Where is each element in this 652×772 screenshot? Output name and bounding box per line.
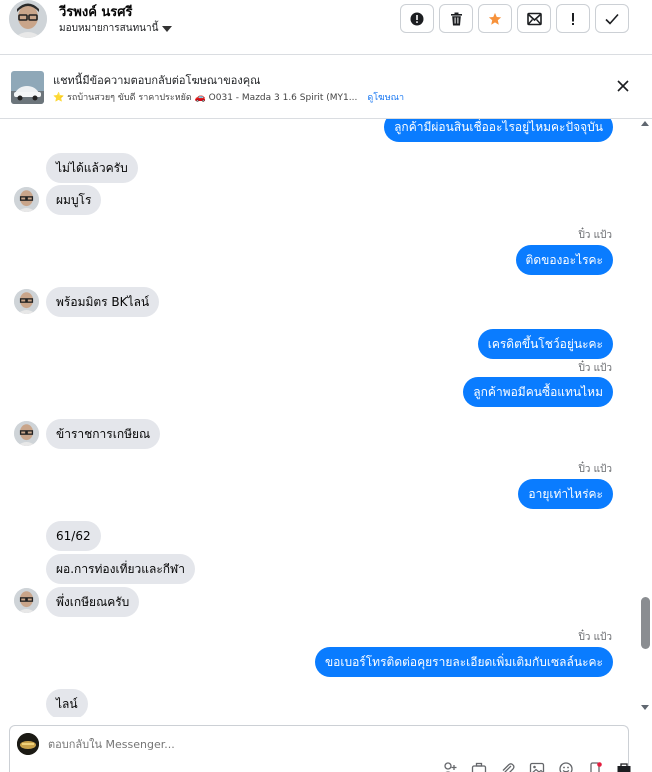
- message-bubble[interactable]: พึ่งเกษียณครับ: [46, 587, 140, 617]
- message-bubble[interactable]: ติดของอะไรคะ: [515, 245, 613, 275]
- message-thread: ลูกค้ามีผ่อนสินเชื่ออะไรอยู่ไหมคะปัจจุบั…: [0, 119, 636, 717]
- alert-button[interactable]: [400, 4, 434, 33]
- assign-label: มอบหมายการสนทนานี้: [59, 23, 159, 34]
- view-ad-link[interactable]: ดูโฆษณา: [367, 90, 404, 104]
- spam-button[interactable]: [556, 4, 590, 33]
- star-icon: [488, 12, 502, 25]
- ad-banner-subtitle: ⭐ รถบ้านสวยๆ ขับดี ราคาประหยัด 🚗 O031 - …: [53, 90, 404, 104]
- delete-button[interactable]: [439, 4, 473, 33]
- mark-unread-icon: [526, 12, 542, 25]
- page-avatar: [17, 733, 39, 755]
- alert-icon: [410, 12, 424, 25]
- message-bubble[interactable]: ข้าราชการเกษียณ: [46, 419, 161, 449]
- sender-name: ปิ๋ว แป้ว: [578, 464, 612, 475]
- emoji-icon[interactable]: [558, 762, 574, 772]
- message-scrollbar[interactable]: [639, 119, 651, 717]
- star-button[interactable]: [478, 4, 512, 33]
- more-icon[interactable]: [616, 762, 632, 772]
- sender-name: ปิ๋ว แป้ว: [578, 632, 612, 643]
- ad-thumbnail[interactable]: [11, 71, 44, 104]
- contact-avatar[interactable]: [9, 0, 47, 38]
- ad-name: ⭐ รถบ้านสวยๆ ขับดี ราคาประหยัด 🚗 O031 - …: [53, 93, 358, 103]
- add-contact-icon[interactable]: [442, 762, 458, 772]
- chevron-down-icon: [162, 25, 173, 32]
- message-bubble[interactable]: อายุเท่าไหร่คะ: [518, 479, 613, 509]
- conversation-header: วีรพงค์ นรศรี มอบหมายการสนทนานี้: [0, 0, 652, 55]
- reply-toolbar: [442, 762, 632, 772]
- check-icon: [605, 13, 619, 25]
- message-bubble[interactable]: ไลน์: [46, 689, 88, 717]
- assign-conversation-dropdown[interactable]: มอบหมายการสนทนานี้: [59, 21, 173, 36]
- message-bubble[interactable]: เครดิตขึ้นโชว์อยู่นะคะ: [477, 329, 613, 359]
- scroll-down-icon[interactable]: [641, 705, 649, 710]
- sender-name: ปิ๋ว แป้ว: [578, 363, 612, 374]
- mobile-icon[interactable]: [587, 762, 603, 772]
- message-bubble[interactable]: ลูกค้าพอมีคนซื้อแทนไหม: [463, 377, 613, 407]
- contact-avatar-small: [14, 187, 39, 212]
- contact-avatar-small: [14, 421, 39, 446]
- reply-input[interactable]: [48, 738, 428, 751]
- scrollbar-thumb[interactable]: [641, 597, 650, 649]
- mark-unread-button[interactable]: [517, 4, 551, 33]
- image-icon[interactable]: [529, 762, 545, 772]
- message-bubble[interactable]: ขอเบอร์โทรติดต่อคุยรายละเอียดเพิ่มเติมกั…: [314, 647, 613, 677]
- sender-name: ปิ๋ว แป้ว: [578, 230, 612, 241]
- message-bubble[interactable]: 61/62: [46, 521, 101, 551]
- ad-banner-title: แชทนี้มีข้อความตอบกลับต่อโฆษณาของคุณ: [53, 74, 261, 87]
- attachment-icon[interactable]: [500, 762, 516, 772]
- close-icon[interactable]: [616, 79, 630, 93]
- briefcase-icon[interactable]: [471, 762, 487, 772]
- ad-reply-banner: แชทนี้มีข้อความตอบกลับต่อโฆษณาของคุณ ⭐ ร…: [0, 55, 652, 119]
- trash-icon: [450, 12, 462, 25]
- contact-avatar-small: [14, 289, 39, 314]
- message-bubble[interactable]: ผอ.การท่องเที่ยวและกีฬา: [46, 554, 195, 584]
- message-bubble[interactable]: ไม่ได้แล้วครับ: [46, 153, 138, 183]
- spam-icon: [572, 12, 574, 25]
- reply-box: [9, 725, 632, 772]
- message-bubble[interactable]: พร้อมมิตร BKไลน์: [46, 287, 160, 317]
- message-bubble[interactable]: ผมบูโร: [46, 185, 102, 215]
- contact-name[interactable]: วีรพงค์ นรศรี: [59, 1, 133, 22]
- mark-done-button[interactable]: [595, 4, 629, 33]
- scroll-up-icon[interactable]: [641, 121, 649, 126]
- header-actions: [400, 4, 629, 33]
- contact-avatar-small: [14, 588, 39, 613]
- message-bubble[interactable]: ลูกค้ามีผ่อนสินเชื่ออะไรอยู่ไหมคะปัจจุบั…: [384, 119, 613, 142]
